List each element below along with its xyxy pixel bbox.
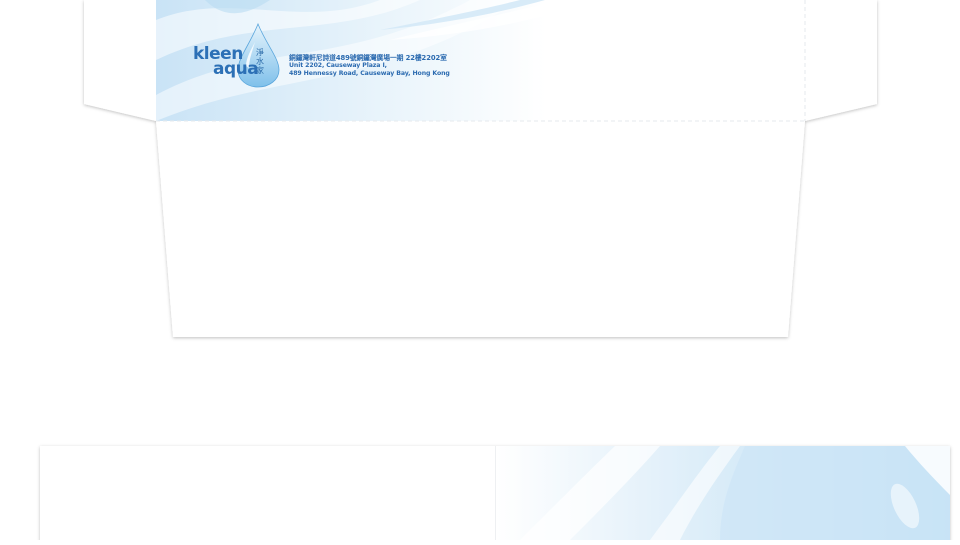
logo-chinese-char: 家: [256, 66, 264, 75]
return-address: 銅鑼灣軒尼詩道489號銅鑼灣廣場一期 22樓2202室 Unit 2202, C…: [289, 54, 450, 79]
logo-word-aqua: aqua: [213, 59, 259, 79]
logo-chinese-char: 淨: [256, 48, 264, 57]
envelope-dieline: kleen aqua 淨 水 家 銅鑼灣軒尼詩道489號銅鑼灣廣場一期 22樓2…: [0, 0, 960, 545]
logo-chinese-name: 淨 水 家: [256, 48, 264, 75]
address-chinese: 銅鑼灣軒尼詩道489號銅鑼灣廣場一期 22樓2202室: [289, 54, 447, 62]
logo-chinese-char: 水: [256, 57, 264, 66]
envelope-artwork: [40, 0, 950, 545]
address-line-2: 489 Hennessy Road, Causeway Bay, Hong Ko…: [289, 70, 450, 78]
address-line-1: Unit 2202, Causeway Plaza I,: [289, 62, 387, 70]
